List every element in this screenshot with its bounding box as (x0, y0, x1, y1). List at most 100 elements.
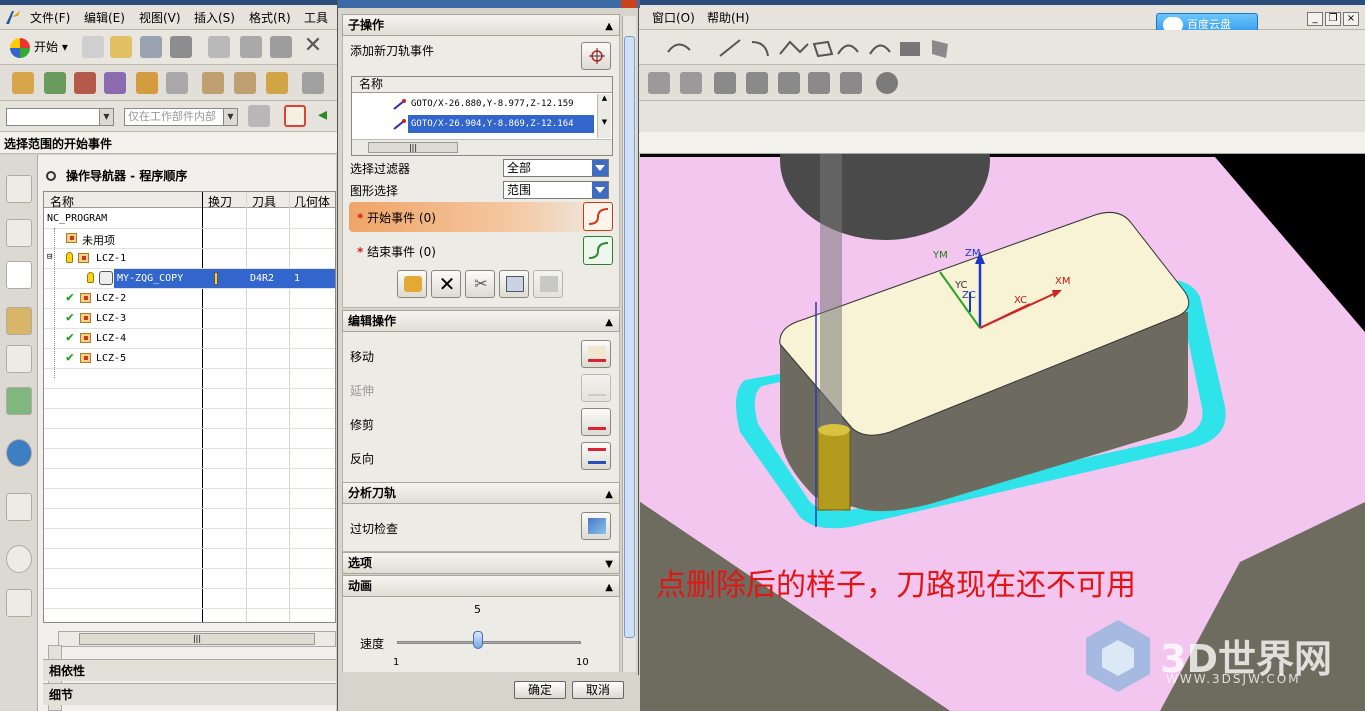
collapse-up-icon[interactable]: ▲ (605, 578, 613, 598)
list-vertical-scrollbar[interactable]: ▲ ▼ (597, 94, 611, 138)
create-geometry-icon[interactable] (74, 72, 96, 94)
menu-view[interactable]: 视图(V) (139, 9, 181, 26)
menu-tools[interactable]: 工具 (304, 9, 328, 26)
list-horizontal-scrollbar[interactable]: ||| (352, 139, 612, 155)
section-animation[interactable]: 动画 ▲ (342, 575, 620, 597)
settings-gear-icon[interactable] (876, 72, 898, 94)
menu-help[interactable]: 帮助(H) (707, 9, 749, 26)
start-event-row[interactable]: * 开始事件 (0) (349, 202, 613, 232)
dependency-section[interactable]: 相依性 (43, 659, 336, 681)
open-folder-icon[interactable] (110, 36, 132, 58)
collapse-icon[interactable]: ⊟ (47, 252, 52, 262)
print-icon[interactable] (170, 36, 192, 58)
constraint-navigator-icon[interactable] (6, 219, 32, 247)
col-header-toolchange[interactable]: 换刀 (208, 193, 232, 210)
pin-icon[interactable] (46, 171, 56, 181)
view-tool-4-icon[interactable] (746, 72, 768, 94)
col-header-geometry[interactable]: 几何体 (294, 193, 330, 210)
view-tool-1-icon[interactable] (648, 72, 670, 94)
view-tool-6-icon[interactable] (808, 72, 830, 94)
nx-app-icon[interactable] (4, 8, 22, 26)
start-event-button[interactable] (583, 202, 613, 231)
table-row-lcz4[interactable]: ✔ LCZ-4 (44, 329, 335, 349)
operation-icon[interactable] (166, 72, 188, 94)
table-row-selected-operation[interactable]: MY-ZQG_COPY D4R2 1 (44, 269, 335, 289)
part-navigator-icon[interactable] (6, 345, 32, 373)
table-row-lcz5[interactable]: ✔ LCZ-5 (44, 349, 335, 369)
table-row-lcz1[interactable]: ⊟ LCZ-1 (44, 249, 335, 269)
gouge-check-button[interactable] (581, 512, 611, 540)
paste-icon[interactable] (270, 36, 292, 58)
reuse-library-icon[interactable] (6, 387, 32, 415)
speed-slider-thumb[interactable] (472, 631, 483, 649)
minimize-button[interactable]: _ (1307, 12, 1323, 26)
move-button[interactable] (581, 340, 611, 368)
add-event-button[interactable] (581, 42, 611, 70)
extend-button[interactable] (581, 374, 611, 402)
replay-path-icon[interactable] (234, 72, 256, 94)
detail-section[interactable]: 细节 (43, 683, 336, 705)
create-tool-icon[interactable] (44, 72, 66, 94)
history-clock-icon[interactable] (6, 545, 32, 573)
scope-combo[interactable]: 仅在工作部件内部 ▼ (124, 108, 238, 126)
expand-down-icon[interactable]: ▼ (605, 555, 613, 575)
end-event-button[interactable] (583, 236, 613, 265)
list-header-name[interactable]: 名称 (359, 77, 383, 91)
web-browser-icon[interactable] (6, 493, 32, 521)
delete-icon[interactable]: ✕ (302, 35, 324, 58)
create-method-icon[interactable] (104, 72, 126, 94)
postprocess-icon[interactable] (302, 72, 324, 94)
start-menu-button[interactable]: 开始 ▾ (8, 36, 68, 60)
section-options[interactable]: 选项 ▼ (342, 552, 620, 574)
section-sub-operations[interactable]: 子操作 ▲ (342, 14, 620, 36)
close-window-button[interactable]: × (1343, 12, 1359, 26)
list-item-selected[interactable]: GOTO/X-26.904,Y-8.869,Z-12.164 (408, 115, 594, 133)
cut-event-button[interactable]: ✂ (465, 270, 495, 298)
trim-button[interactable] (581, 408, 611, 436)
view-tool-2-icon[interactable] (680, 72, 702, 94)
navigator-horizontal-scrollbar[interactable]: ||| (58, 631, 336, 647)
col-header-tool[interactable]: 刀具 (252, 193, 276, 210)
collapse-up-icon[interactable]: ▲ (605, 485, 613, 505)
table-row-lcz3[interactable]: ✔ LCZ-3 (44, 309, 335, 329)
copy-event-button[interactable] (499, 270, 529, 298)
menu-file[interactable]: 文件(F) (30, 9, 70, 26)
graphics-viewport[interactable]: YM ZM XM YC ZC XC (640, 132, 1365, 711)
dialog-vertical-scrollbar[interactable] (622, 16, 636, 672)
section-analysis[interactable]: 分析刀轨 ▲ (342, 482, 620, 504)
info-icon[interactable] (6, 439, 32, 467)
collapse-up-icon[interactable]: ▲ (605, 313, 613, 333)
assembly-navigator-icon[interactable] (6, 175, 32, 203)
view-tool-7-icon[interactable] (840, 72, 862, 94)
curve-tools-icons[interactable] (648, 34, 966, 62)
menu-format[interactable]: 格式(R) (249, 9, 291, 26)
create-program-icon[interactable] (12, 72, 34, 94)
edit-tool-button[interactable] (397, 270, 427, 298)
end-event-row[interactable]: * 结束事件 (0) (349, 236, 613, 266)
new-file-icon[interactable] (82, 36, 104, 58)
type-filter-combo[interactable]: ▼ (6, 108, 114, 126)
table-row-unused[interactable]: 未用项 (44, 229, 335, 249)
section-edit-operations[interactable]: 编辑操作 ▲ (342, 310, 620, 332)
menu-window[interactable]: 窗口(O) (652, 9, 695, 26)
filter-select[interactable]: 全部 (503, 159, 609, 177)
menu-edit[interactable]: 编辑(E) (84, 9, 125, 26)
collapse-up-icon[interactable]: ▲ (605, 17, 613, 37)
delete-event-button[interactable]: ✕ (431, 270, 461, 298)
table-row-lcz2[interactable]: ✔ LCZ-2 (44, 289, 335, 309)
menu-insert[interactable]: 插入(S) (194, 9, 235, 26)
reverse-button[interactable] (581, 442, 611, 470)
paste-event-button[interactable] (533, 270, 563, 298)
col-header-name[interactable]: 名称 (50, 193, 74, 210)
view-tool-5-icon[interactable] (778, 72, 800, 94)
snap-icon[interactable] (248, 105, 270, 127)
copy-icon[interactable] (240, 36, 262, 58)
save-icon[interactable] (140, 36, 162, 58)
scrollbar-thumb[interactable] (624, 36, 635, 638)
operation-navigator-icon[interactable] (6, 261, 32, 289)
scrollbar-thumb[interactable]: ||| (368, 142, 458, 153)
restore-button[interactable]: ❐ (1325, 12, 1341, 26)
table-row-nc-program[interactable]: NC_PROGRAM (44, 209, 335, 229)
process-studio-icon[interactable] (6, 589, 32, 617)
create-operation-icon[interactable] (136, 72, 158, 94)
